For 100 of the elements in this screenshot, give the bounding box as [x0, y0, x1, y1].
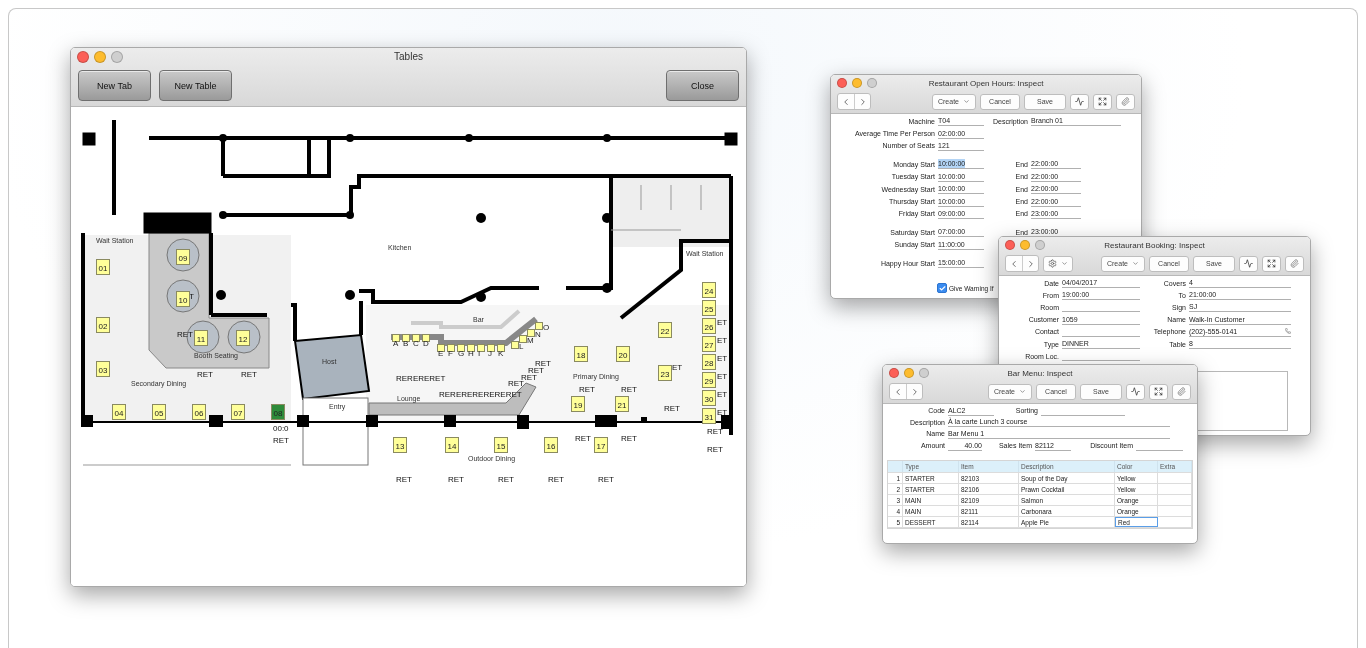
table-tag: RET [241, 371, 257, 379]
close-button[interactable] [889, 368, 899, 378]
table-marker[interactable]: 29 [702, 372, 716, 388]
table-marker[interactable]: 13 [393, 437, 407, 453]
close-button[interactable] [837, 78, 847, 88]
table-tag: RET [548, 476, 564, 484]
table-marker[interactable]: 08 [271, 404, 285, 420]
seat-marker[interactable] [392, 334, 400, 342]
seat-label: F [448, 350, 453, 358]
table-marker[interactable]: 27 [702, 336, 716, 352]
checkbox[interactable] [937, 283, 947, 294]
seat-marker[interactable] [437, 344, 445, 352]
table-tag: RET [273, 437, 289, 445]
close-button[interactable] [1005, 240, 1015, 250]
table-marker[interactable]: 01 [96, 259, 110, 275]
table-tag: RET [664, 405, 680, 413]
table-marker[interactable]: 14 [445, 437, 459, 453]
seat-marker[interactable] [519, 335, 527, 343]
table-marker[interactable]: 05 [152, 404, 166, 420]
activity-button[interactable] [1126, 383, 1145, 400]
table-marker[interactable]: 21 [615, 396, 629, 412]
seat-label: A [393, 340, 399, 348]
new-table-button[interactable]: New Table [159, 70, 232, 101]
table-marker[interactable]: 15 [494, 437, 508, 453]
table-tag: RET [197, 371, 213, 379]
seat-marker[interactable] [422, 334, 430, 342]
table-marker[interactable]: 16 [544, 437, 558, 453]
window-title: Restaurant Open Hours: Inspect [928, 79, 1044, 88]
expand-icon [1267, 259, 1276, 268]
table-tag: RET [707, 428, 723, 436]
activity-button[interactable] [1070, 93, 1089, 110]
seat-marker[interactable] [487, 344, 495, 352]
table-marker[interactable]: 26 [702, 318, 716, 334]
seat-marker[interactable] [527, 329, 535, 337]
table-marker[interactable]: 04 [112, 404, 126, 420]
table-marker[interactable]: 12 [236, 330, 250, 346]
table-marker[interactable]: 24 [702, 282, 716, 298]
seat-label: E [438, 350, 444, 358]
close-button[interactable] [77, 51, 89, 63]
caret-icon [1061, 260, 1068, 267]
check-icon [938, 284, 946, 292]
seat-marker[interactable] [535, 322, 543, 330]
expand-button[interactable] [1093, 93, 1112, 110]
seat-label: L [519, 343, 524, 351]
seat-marker[interactable] [477, 344, 485, 352]
zoom-button[interactable] [111, 51, 123, 63]
table-tag: ET [717, 373, 728, 381]
table-tag: ET [717, 337, 728, 345]
seat-marker[interactable] [457, 344, 465, 352]
seat-marker[interactable] [402, 334, 410, 342]
table-marker[interactable]: 20 [616, 346, 630, 362]
table-tag: RET [521, 374, 537, 382]
table-marker[interactable]: 22 [658, 322, 672, 338]
seat-marker[interactable] [447, 344, 455, 352]
table-tag: RERERERET [396, 375, 446, 383]
table-marker[interactable]: 17 [594, 437, 608, 453]
seat-marker[interactable] [497, 344, 505, 352]
seat-marker[interactable] [467, 344, 475, 352]
table-tag: RET [528, 367, 544, 375]
minimize-button[interactable] [94, 51, 106, 63]
close-button[interactable]: Close [666, 70, 739, 101]
zoom-button[interactable] [867, 78, 877, 88]
table-marker[interactable]: 11 [194, 330, 208, 346]
table-marker[interactable]: 02 [96, 317, 110, 333]
table-marker[interactable]: 18 [574, 346, 588, 362]
phone-icon [1285, 328, 1291, 335]
new-tab-button[interactable]: New Tab [78, 70, 151, 101]
chevron-left-icon [1009, 258, 1019, 269]
seat-label: C [413, 340, 419, 348]
table-tag: ET [717, 409, 728, 417]
table-marker[interactable]: 09 [176, 249, 190, 265]
table-marker[interactable]: 23 [658, 365, 672, 381]
activity-button[interactable] [1239, 255, 1258, 272]
table-marker[interactable]: 28 [702, 354, 716, 370]
seat-marker[interactable] [511, 341, 519, 349]
expand-button[interactable] [1149, 383, 1168, 400]
caret-icon [963, 98, 970, 105]
paperclip-icon [1290, 259, 1299, 268]
seat-label: K [498, 350, 504, 358]
table-marker[interactable]: 10 [176, 291, 190, 307]
table-tag: RET [575, 435, 591, 443]
zoom-button[interactable] [919, 368, 929, 378]
table-marker[interactable]: 31 [702, 408, 716, 424]
minimize-button[interactable] [904, 368, 914, 378]
expand-button[interactable] [1262, 255, 1281, 272]
table-marker[interactable]: 06 [192, 404, 206, 420]
table-tag: ET [672, 364, 683, 372]
seat-label: I [478, 350, 481, 358]
table-marker[interactable]: 19 [571, 396, 585, 412]
table-marker[interactable]: 03 [96, 361, 110, 377]
gear-menu-button[interactable] [1043, 255, 1073, 272]
table-marker[interactable]: 25 [702, 300, 716, 316]
zoom-button[interactable] [1035, 240, 1045, 250]
table-tag: T [189, 293, 194, 301]
minimize-button[interactable] [852, 78, 862, 88]
seat-marker[interactable] [412, 334, 420, 342]
table-marker[interactable]: 30 [702, 390, 716, 406]
table-marker[interactable]: 07 [231, 404, 245, 420]
table-tag: ET [717, 355, 728, 363]
minimize-button[interactable] [1020, 240, 1030, 250]
